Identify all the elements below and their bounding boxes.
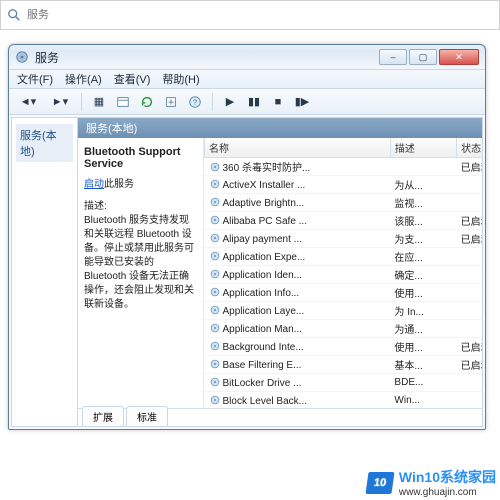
watermark-badge: 10 [365, 472, 394, 494]
service-list[interactable]: 名称 描述 状态 启动类型 登录为 360 杀毒实时防护...已启动自动本地系统… [204, 138, 482, 408]
back-button[interactable]: ◄▾ [15, 93, 41, 111]
pause-button[interactable]: ▮▮ [245, 93, 263, 111]
separator [81, 93, 82, 111]
gear-icon [209, 358, 221, 370]
detail-title: Bluetooth Support Service [84, 146, 197, 170]
table-row[interactable]: Adaptive Brightn...监视...手动本地系统 [205, 194, 483, 212]
detail-desc: Bluetooth 服务支持发现和关联远程 Bluetooth 设备。停止或禁用… [84, 215, 194, 310]
table-row[interactable]: Application Info...使用...手动本地系统 [205, 284, 483, 302]
search-input[interactable] [27, 9, 493, 21]
show-hide-tree-button[interactable]: ▦ [90, 93, 108, 111]
menu-help[interactable]: 帮助(H) [162, 71, 199, 87]
titlebar[interactable]: 服务 – ▢ ✕ [9, 45, 485, 69]
watermark-url: www.ghuajin.com [399, 487, 496, 498]
table-row[interactable]: Application Man...为通...手动本地系统 [205, 320, 483, 338]
table-row[interactable]: 360 杀毒实时防护...已启动自动本地系统 [205, 158, 483, 176]
export-button[interactable] [162, 93, 180, 111]
help-button[interactable]: ? [186, 93, 204, 111]
gear-icon [209, 250, 221, 262]
gear-icon [209, 178, 221, 190]
menu-view[interactable]: 查看(V) [114, 71, 151, 87]
gear-icon [209, 214, 221, 226]
separator [212, 93, 213, 111]
maximize-button[interactable]: ▢ [409, 49, 437, 65]
table-row[interactable]: ActiveX Installer ...为从...手动本地系统 [205, 176, 483, 194]
table-row[interactable]: Application Expe...在应...手动本地系统 [205, 248, 483, 266]
tab-standard[interactable]: 标准 [126, 406, 168, 426]
toolbar: ◄▾ ►▾ ▦ ? ▶ ▮▮ ■ ▮▶ [9, 89, 485, 115]
detail-desc-label: 描述: [84, 201, 107, 212]
gear-icon [209, 394, 221, 406]
watermark-title: Win10系统家园 [399, 467, 496, 487]
table-row[interactable]: Application Iden...确定...手动本地系统 [205, 266, 483, 284]
detail-tabs[interactable]: 扩展 标准 [78, 408, 482, 426]
col-desc[interactable]: 描述 [390, 138, 456, 158]
tab-extended[interactable]: 扩展 [82, 406, 124, 426]
service-detail-pane: Bluetooth Support Service 启动此服务 描述:Bluet… [78, 138, 204, 408]
menu-action[interactable]: 操作(A) [65, 71, 102, 87]
services-window: 服务 – ▢ ✕ 文件(F) 操作(A) 查看(V) 帮助(H) ◄▾ ►▾ ▦ [8, 44, 486, 430]
nav-tree[interactable]: 服务(本地) [12, 118, 78, 426]
properties-button[interactable] [114, 93, 132, 111]
gear-icon [209, 376, 221, 388]
menubar[interactable]: 文件(F) 操作(A) 查看(V) 帮助(H) [9, 69, 485, 89]
start-link[interactable]: 启动 [84, 179, 104, 190]
window-title: 服务 [35, 49, 379, 66]
start-button[interactable]: ▶ [221, 93, 239, 111]
gear-icon [209, 304, 221, 316]
gear-icon [209, 286, 221, 298]
table-row[interactable]: BitLocker Drive ...BDE...手动本地系统 [205, 374, 483, 392]
table-row[interactable]: Background Inte...使用...已启动手动本地系统 [205, 338, 483, 356]
col-name[interactable]: 名称 [205, 138, 391, 158]
close-button[interactable]: ✕ [439, 49, 479, 65]
watermark: 10 Win10系统家园 www.ghuajin.com [367, 467, 496, 498]
stop-button[interactable]: ■ [269, 93, 287, 111]
table-row[interactable]: Block Level Back...Win...手动本地系统 [205, 392, 483, 409]
minimize-button[interactable]: – [379, 49, 407, 65]
forward-button[interactable]: ►▾ [47, 93, 73, 111]
gear-icon [209, 232, 221, 244]
refresh-button[interactable] [138, 93, 156, 111]
gear-icon [209, 268, 221, 280]
gear-icon [209, 161, 221, 173]
table-row[interactable]: Base Filtering E...基本...已启动自动本地系统 [205, 356, 483, 374]
search-icon [7, 8, 21, 22]
restart-button[interactable]: ▮▶ [293, 93, 311, 111]
app-icon [15, 50, 29, 64]
panel-header: 服务(本地) [78, 118, 482, 138]
menu-file[interactable]: 文件(F) [17, 71, 53, 87]
svg-text:?: ? [193, 99, 197, 106]
nav-services-local[interactable]: 服务(本地) [16, 124, 73, 162]
gear-icon [209, 196, 221, 208]
gear-icon [209, 340, 221, 352]
table-row[interactable]: Alipay payment ...为支...已启动自动本地系统 [205, 230, 483, 248]
global-search-bar[interactable] [0, 0, 500, 30]
gear-icon [209, 322, 221, 334]
table-row[interactable]: Application Laye...为 In...手动本地系统 [205, 302, 483, 320]
table-row[interactable]: Alibaba PC Safe ...该服...已启动自动本地系统 [205, 212, 483, 230]
col-state[interactable]: 状态 [457, 138, 482, 158]
